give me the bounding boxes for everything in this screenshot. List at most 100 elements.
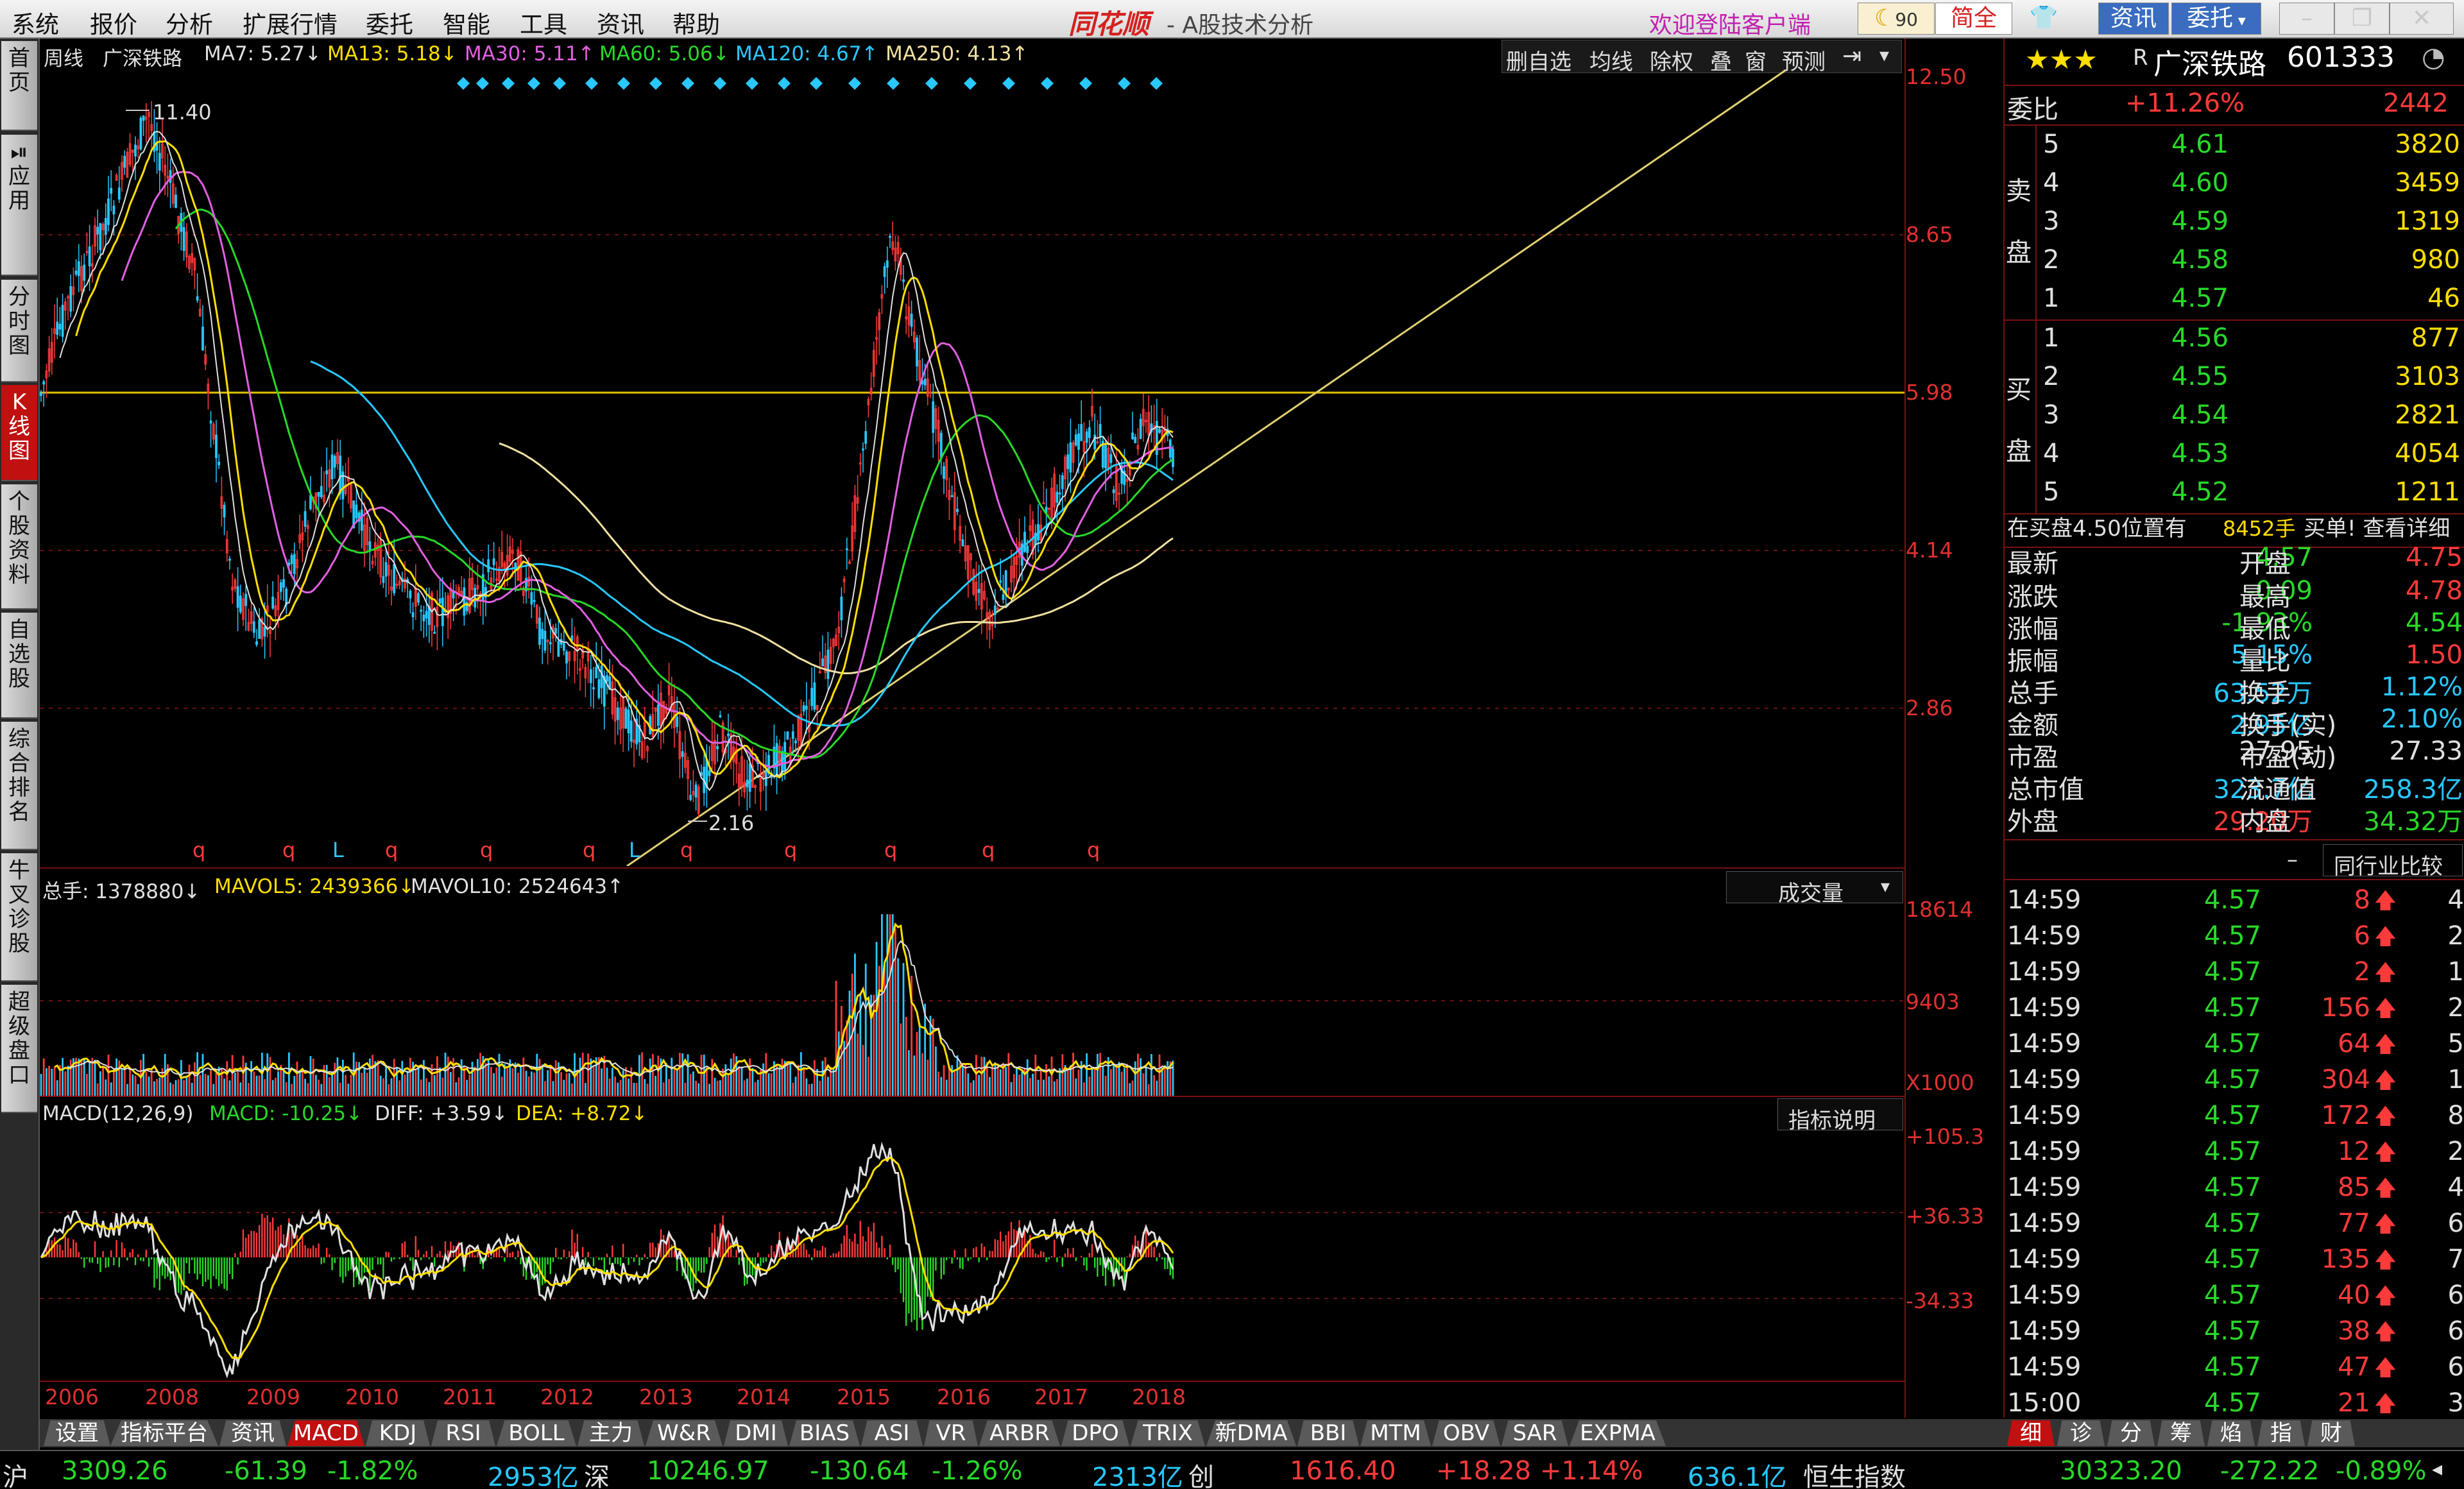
sell-price[interactable]: 4.59 bbox=[2171, 207, 2229, 236]
menu-news[interactable]: 资讯 bbox=[597, 5, 644, 40]
tab-obv[interactable]: OBV bbox=[1432, 1420, 1500, 1446]
sell-price[interactable]: 4.58 bbox=[2171, 245, 2229, 275]
view-detail-link[interactable]: 买单! 查看详细 bbox=[2304, 509, 2450, 548]
tab-asi[interactable]: ASI bbox=[861, 1420, 923, 1446]
sh-index[interactable]: 3309.26 bbox=[62, 1456, 167, 1486]
tab-chips[interactable]: 筹 bbox=[2157, 1420, 2205, 1446]
tab-dmi[interactable]: DMI bbox=[724, 1420, 788, 1446]
tab-detail[interactable]: 细 bbox=[2007, 1420, 2055, 1446]
tab-news[interactable]: 资讯 bbox=[219, 1420, 286, 1446]
shirt-icon[interactable]: 👕 bbox=[2021, 3, 2066, 35]
sell-price[interactable]: 4.57 bbox=[2171, 284, 2229, 313]
close-button[interactable]: ✕ bbox=[2390, 3, 2454, 35]
nav-diagnosis[interactable]: 牛叉诊股 bbox=[1, 853, 37, 982]
tab-flame[interactable]: 焰 bbox=[2207, 1420, 2255, 1446]
buy-price[interactable]: 4.53 bbox=[2171, 439, 2229, 468]
macd-bar bbox=[116, 1239, 117, 1257]
macd-bar bbox=[78, 1252, 80, 1257]
tab-bias[interactable]: BIAS bbox=[789, 1420, 860, 1446]
nav-stock-info[interactable]: 个股资料 bbox=[1, 484, 37, 609]
volume-bar bbox=[188, 1064, 191, 1097]
macd-bar bbox=[878, 1247, 880, 1257]
buy-price[interactable]: 4.55 bbox=[2171, 362, 2229, 391]
tab-expma[interactable]: EXPMA bbox=[1570, 1420, 1666, 1446]
volume-bar bbox=[398, 1080, 400, 1097]
tab-mtm[interactable]: MTM bbox=[1360, 1420, 1431, 1446]
volume-chart[interactable] bbox=[40, 905, 1904, 1097]
tab-rsi[interactable]: RSI bbox=[431, 1420, 495, 1446]
menu-system[interactable]: 系统 bbox=[12, 5, 59, 40]
volume-bar bbox=[671, 1057, 673, 1097]
tab-kdj[interactable]: KDJ bbox=[366, 1420, 430, 1446]
tab-wr[interactable]: W&R bbox=[646, 1420, 723, 1446]
login-link[interactable]: 欢迎登陆客户端 bbox=[1649, 6, 1811, 40]
cy-index[interactable]: 1616.40 bbox=[1290, 1456, 1396, 1486]
sound-icon[interactable]: ◂ bbox=[2432, 1456, 2442, 1481]
tab-bbi[interactable]: BBI bbox=[1297, 1420, 1359, 1446]
menu-analysis[interactable]: 分析 bbox=[166, 5, 213, 40]
minimize-button[interactable]: – bbox=[2279, 3, 2334, 35]
menu-quote[interactable]: 报价 bbox=[90, 5, 137, 40]
buy-price[interactable]: 4.52 bbox=[2171, 477, 2229, 507]
menu-trade[interactable]: 委托 bbox=[366, 5, 413, 40]
tab-trix[interactable]: TRIX bbox=[1131, 1420, 1205, 1446]
industry-compare-button[interactable]: 同行业比较 bbox=[2323, 844, 2463, 880]
tab-macd[interactable]: MACD bbox=[287, 1420, 364, 1446]
collapse-icon[interactable]: – bbox=[2287, 847, 2298, 872]
volume-bar bbox=[1134, 1061, 1136, 1097]
indicator-select[interactable]: 成交量 ▾ bbox=[1726, 871, 1903, 906]
sell-price[interactable]: 4.60 bbox=[2171, 168, 2229, 198]
kline-chart[interactable] bbox=[40, 64, 1904, 866]
macd-bar bbox=[1045, 1257, 1047, 1263]
news-button[interactable]: 资讯 bbox=[2098, 3, 2169, 35]
weather-widget[interactable]: ☾90 bbox=[1858, 3, 1935, 35]
macd-chart[interactable] bbox=[40, 1129, 1904, 1386]
nav-home[interactable]: 首页 bbox=[1, 41, 37, 131]
tab-new-dma[interactable]: 新DMA bbox=[1206, 1420, 1296, 1446]
macd-bar bbox=[1029, 1234, 1031, 1257]
buy-price[interactable]: 4.54 bbox=[2171, 400, 2229, 430]
tab-arbr[interactable]: ARBR bbox=[979, 1420, 1060, 1446]
tab-boll[interactable]: BOLL bbox=[497, 1420, 576, 1446]
indicator-explain-button[interactable]: 指标说明 bbox=[1777, 1098, 1903, 1134]
tab-price-dist[interactable]: 分 bbox=[2107, 1420, 2155, 1446]
menu-extended-quote[interactable]: 扩展行情 bbox=[243, 5, 338, 40]
hs-index[interactable]: 30323.20 bbox=[2060, 1456, 2182, 1486]
tab-dpo[interactable]: DPO bbox=[1061, 1420, 1129, 1446]
menu-help[interactable]: 帮助 bbox=[672, 5, 720, 40]
menu-tools[interactable]: 工具 bbox=[520, 5, 567, 40]
nav-apps[interactable]: ⏯应用 bbox=[1, 135, 37, 276]
trade-dropdown[interactable]: 委托 ▾ bbox=[2171, 3, 2261, 35]
candle-body bbox=[244, 593, 248, 606]
tab-main-force[interactable]: 主力 bbox=[578, 1420, 644, 1446]
menu-smart[interactable]: 智能 bbox=[443, 5, 490, 40]
volume-bar bbox=[649, 1058, 651, 1097]
nav-timeshare[interactable]: 分时图 bbox=[1, 280, 37, 382]
sz-index[interactable]: 10246.97 bbox=[647, 1456, 769, 1486]
tab-finance[interactable]: 财 bbox=[2307, 1420, 2355, 1446]
tab-vr[interactable]: VR bbox=[924, 1420, 978, 1446]
chevron-down-icon[interactable]: ▾ bbox=[1879, 44, 1889, 67]
buy-price[interactable]: 4.56 bbox=[2171, 323, 2229, 353]
jianquan-button[interactable]: 简全 bbox=[1935, 3, 2012, 35]
big-order-notice[interactable]: 在买盘4.50位置有 bbox=[2007, 509, 2187, 548]
volume-bar bbox=[145, 1071, 148, 1097]
volume-bar bbox=[91, 1057, 94, 1097]
tab-indicator-platform[interactable]: 指标平台 bbox=[110, 1420, 218, 1446]
restore-button[interactable]: ❐ bbox=[2334, 3, 2390, 35]
tab-sar[interactable]: SAR bbox=[1502, 1420, 1568, 1446]
nav-ranking[interactable]: 综合排名 bbox=[1, 722, 37, 850]
nav-watchlist[interactable]: 自选股 bbox=[1, 613, 37, 719]
candle-body bbox=[411, 612, 415, 618]
expand-icon[interactable]: ◔ bbox=[2422, 41, 2445, 72]
tab-diagnose[interactable]: 诊 bbox=[2057, 1420, 2105, 1446]
macd-bar bbox=[614, 1257, 616, 1264]
nav-kline[interactable]: K线图 bbox=[1, 385, 37, 481]
macd-bar bbox=[641, 1257, 643, 1260]
nav-level2[interactable]: 超级盘口 bbox=[1, 985, 37, 1113]
macd-bar bbox=[1075, 1257, 1077, 1261]
buy-level: 5 bbox=[2043, 477, 2060, 507]
tab-settings[interactable]: 设置 bbox=[44, 1420, 110, 1446]
tab-index[interactable]: 指 bbox=[2257, 1420, 2305, 1446]
sell-price[interactable]: 4.61 bbox=[2171, 130, 2229, 159]
